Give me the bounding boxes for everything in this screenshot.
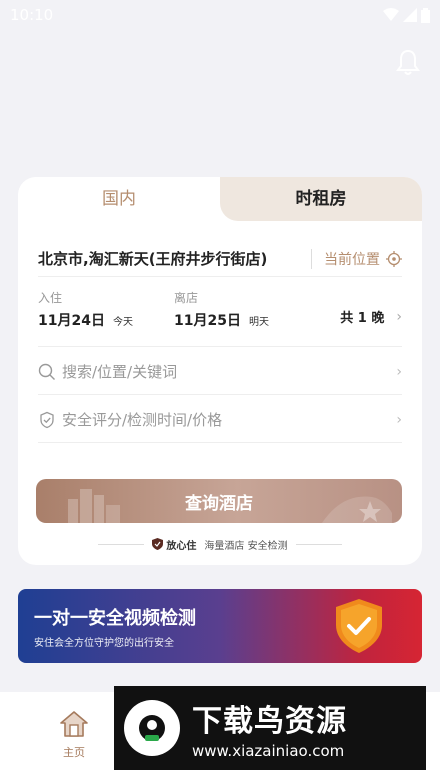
- hotel-search-card: 国内 时租房 北京市,淘汇新天(王府井步行街店) 当前位置 入住 11月24日今…: [18, 177, 422, 565]
- status-icons: [383, 7, 430, 23]
- current-location-button[interactable]: 当前位置: [311, 248, 402, 269]
- date-row[interactable]: 入住 11月24日 今天 离店 11月25日 明天 共 1 晚 ›: [38, 289, 402, 347]
- watermark-url: www.xiazainiao.com: [192, 742, 345, 760]
- assurance-badge: 放心住: [152, 537, 196, 552]
- assurance-badge-label: 放心住: [166, 540, 197, 552]
- banner-subtitle: 安住会全方位守护您的出行安全: [34, 638, 174, 649]
- location-row[interactable]: 北京市,淘汇新天(王府井步行街店) 当前位置: [38, 241, 402, 277]
- chevron-right-icon: ›: [396, 363, 402, 380]
- search-placeholder: 搜索/位置/关键词: [62, 363, 178, 381]
- watermark-logo: [124, 700, 180, 756]
- shield-icon: [152, 538, 164, 550]
- checkin-day: 今天: [112, 317, 133, 328]
- divider-line: [98, 543, 145, 545]
- query-hotel-button[interactable]: 查询酒店: [36, 479, 402, 523]
- search-input[interactable]: 搜索/位置/关键词 ›: [38, 349, 402, 395]
- nights-count[interactable]: 共 1 晚 ›: [340, 307, 402, 327]
- shield-check-icon: [336, 599, 382, 653]
- checkin-date: 11月24日: [38, 313, 105, 329]
- location-text[interactable]: 北京市,淘汇新天(王府井步行街店): [38, 248, 267, 269]
- city-skyline-decor: [68, 489, 120, 523]
- watermark-title: 下载鸟资源: [192, 704, 347, 739]
- checkout-date: 11月25日: [174, 313, 241, 329]
- checkout-block[interactable]: 离店 11月25日 明天: [174, 289, 310, 330]
- tab-hourly[interactable]: 时租房: [220, 177, 422, 221]
- banner-title: 一对一安全视频检测: [34, 608, 196, 629]
- checkout-label: 离店: [174, 291, 199, 305]
- checkout-day: 明天: [248, 317, 269, 328]
- query-button-label: 查询酒店: [185, 493, 253, 513]
- locate-icon: [386, 250, 402, 267]
- star-decor: [322, 496, 392, 523]
- safety-video-banner[interactable]: 一对一安全视频检测 安住会全方位守护您的出行安全: [18, 589, 422, 663]
- assurance-text: 海量酒店 安全检测: [204, 540, 288, 552]
- shield-check-icon: [40, 411, 54, 428]
- nav-home[interactable]: 主页: [52, 710, 96, 760]
- nav-home-label: 主页: [63, 746, 85, 759]
- checkin-label: 入住: [38, 291, 63, 305]
- filter-input[interactable]: 安全评分/检测时间/价格 ›: [38, 397, 402, 443]
- battery-icon: [421, 7, 430, 23]
- signal-icon: [403, 8, 417, 22]
- search-icon: [38, 363, 55, 380]
- chevron-right-icon: ›: [396, 411, 402, 428]
- bell-icon[interactable]: [396, 48, 420, 76]
- filter-placeholder: 安全评分/检测时间/价格: [62, 411, 223, 429]
- home-icon: [60, 711, 88, 737]
- status-time: 10:10: [10, 6, 54, 24]
- divider-line: [295, 543, 342, 545]
- nights-label: 共 1 晚: [340, 311, 385, 326]
- bird-logo-icon: [139, 715, 165, 741]
- watermark-overlay: 下载鸟资源 www.xiazainiao.com: [114, 686, 426, 770]
- tab-bar: 国内 时租房: [18, 177, 422, 221]
- status-bar: 10:10: [0, 0, 440, 30]
- tab-domestic[interactable]: 国内: [18, 177, 220, 221]
- chevron-right-icon: ›: [396, 308, 402, 325]
- checkin-block[interactable]: 入住 11月24日 今天: [38, 289, 174, 330]
- assurance-row: 放心住 海量酒店 安全检测: [18, 535, 422, 553]
- current-location-label: 当前位置: [324, 251, 380, 268]
- wifi-icon: [383, 8, 399, 21]
